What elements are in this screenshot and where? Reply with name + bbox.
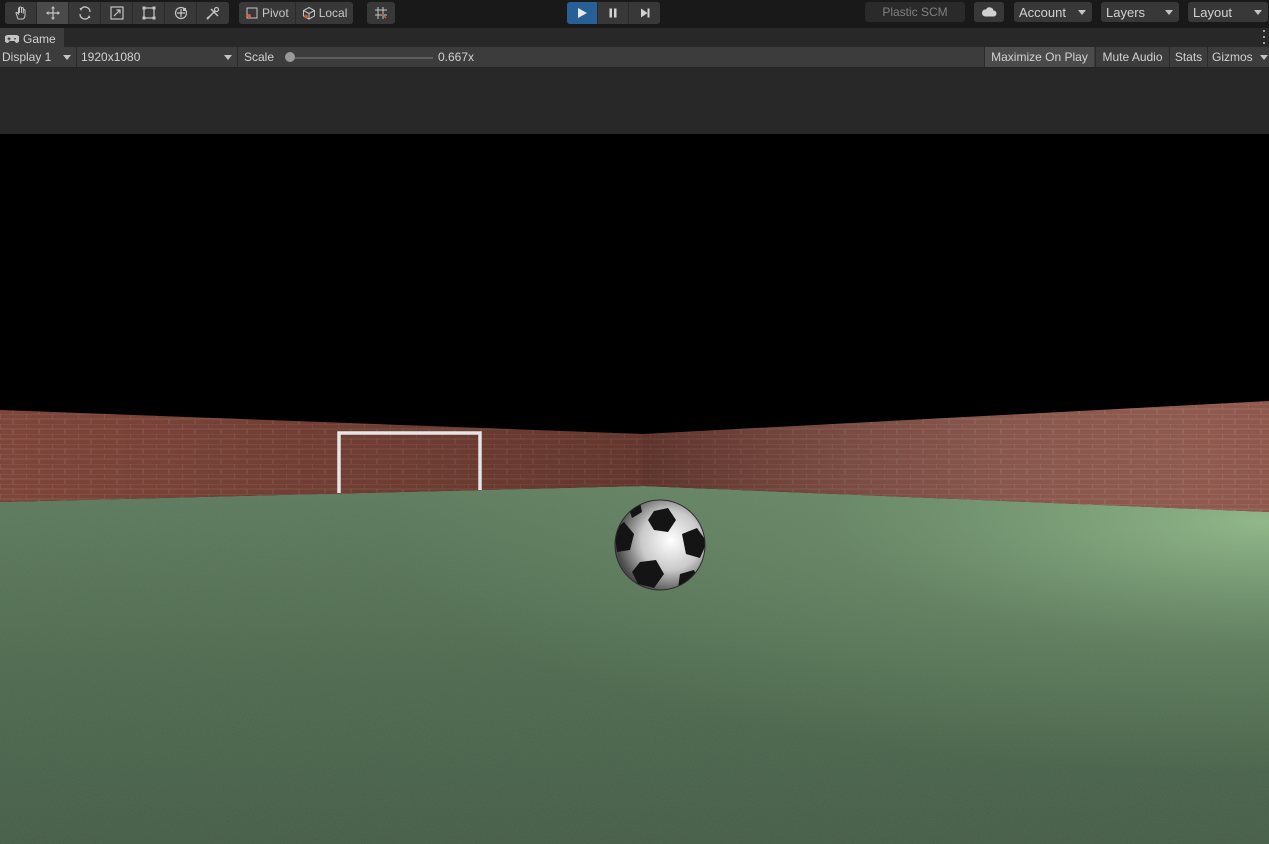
- mute-audio-toggle[interactable]: Mute Audio: [1095, 47, 1169, 67]
- scale-tool-button[interactable]: [101, 2, 133, 24]
- gizmos-label: Gizmos: [1212, 50, 1253, 64]
- maximize-on-play-label: Maximize On Play: [991, 50, 1088, 64]
- tab-title: Game: [23, 31, 56, 46]
- display-dropdown[interactable]: Display 1: [0, 47, 77, 67]
- display-label: Display 1: [2, 50, 52, 64]
- play-button[interactable]: [567, 2, 598, 24]
- chevron-down-icon: [1260, 55, 1268, 60]
- local-label: Local: [318, 6, 348, 20]
- game-view-toolbar: Display 1 1920x1080 Scale 0.667x Maximiz…: [0, 47, 1269, 68]
- scale-icon: [109, 6, 124, 20]
- layers-label: Layers: [1106, 4, 1146, 20]
- chevron-down-icon: [1078, 10, 1086, 15]
- pivot-icon: [246, 7, 258, 19]
- letterbox-area: [0, 68, 1269, 134]
- pause-button[interactable]: [598, 2, 629, 24]
- transform-tool-button[interactable]: [165, 2, 197, 24]
- gizmos-dropdown[interactable]: Gizmos: [1207, 47, 1269, 67]
- move-icon: [45, 6, 60, 20]
- move-tool-button[interactable]: [37, 2, 69, 24]
- account-dropdown[interactable]: Account: [1014, 2, 1092, 22]
- plastic-scm-label: Plastic SCM: [882, 5, 948, 19]
- pivot-button[interactable]: Pivot: [239, 2, 296, 24]
- cloud-icon: [981, 7, 997, 17]
- step-icon: [640, 8, 649, 18]
- rotate-tool-button[interactable]: [69, 2, 101, 24]
- plastic-scm-button[interactable]: Plastic SCM: [865, 2, 965, 22]
- cloud-button[interactable]: [974, 2, 1004, 22]
- tab-bar: Game: [0, 28, 1269, 47]
- layout-label: Layout: [1193, 4, 1233, 20]
- main-toolbar: Pivot Local Plastic SCM Account Layers L…: [0, 0, 1269, 26]
- pause-icon: [609, 8, 617, 18]
- rect-tool-button[interactable]: [133, 2, 165, 24]
- scale-value: 0.667x: [438, 50, 475, 64]
- grid-snap-icon: [375, 7, 387, 19]
- stats-toggle[interactable]: Stats: [1169, 47, 1207, 67]
- rotate-icon: [78, 6, 91, 20]
- scale-control: Scale 0.667x: [239, 47, 477, 67]
- local-button[interactable]: Local: [296, 2, 354, 24]
- chevron-down-icon: [1165, 10, 1173, 15]
- game-scene: [0, 134, 1269, 844]
- grid-snap-group: [367, 2, 395, 24]
- scale-slider-track[interactable]: [287, 57, 433, 59]
- chevron-down-icon: [1254, 10, 1262, 15]
- game-viewport[interactable]: [0, 134, 1269, 844]
- scale-label: Scale: [244, 50, 275, 64]
- playback-controls: [567, 2, 660, 24]
- hand-tool-button[interactable]: [5, 2, 37, 24]
- tools-icon: [206, 6, 220, 20]
- pivot-mode-group: Pivot Local: [239, 2, 354, 24]
- scale-slider-thumb[interactable]: [284, 52, 295, 62]
- layers-dropdown[interactable]: Layers: [1101, 2, 1179, 22]
- local-icon: [302, 6, 315, 20]
- resolution-dropdown[interactable]: 1920x1080: [78, 47, 238, 67]
- pivot-label: Pivot: [262, 6, 289, 20]
- transform-icon: [174, 6, 187, 20]
- maximize-on-play-toggle[interactable]: Maximize On Play: [984, 47, 1094, 67]
- tab-game[interactable]: Game: [0, 28, 64, 47]
- layout-dropdown[interactable]: Layout: [1188, 2, 1268, 22]
- stats-label: Stats: [1174, 50, 1203, 64]
- hand-icon: [14, 6, 25, 20]
- step-button[interactable]: [629, 2, 660, 24]
- gamepad-icon: [5, 34, 19, 43]
- account-label: Account: [1019, 4, 1066, 20]
- resolution-label: 1920x1080: [81, 50, 141, 64]
- transform-tools: [5, 2, 229, 24]
- mute-audio-label: Mute Audio: [1102, 50, 1163, 64]
- custom-tool-button[interactable]: [197, 2, 229, 24]
- chevron-down-icon: [63, 55, 71, 60]
- grid-snap-button[interactable]: [367, 2, 395, 24]
- tab-menu-icon[interactable]: [1262, 30, 1266, 44]
- rect-icon: [142, 6, 155, 20]
- play-icon: [578, 8, 587, 18]
- chevron-down-icon: [224, 55, 232, 60]
